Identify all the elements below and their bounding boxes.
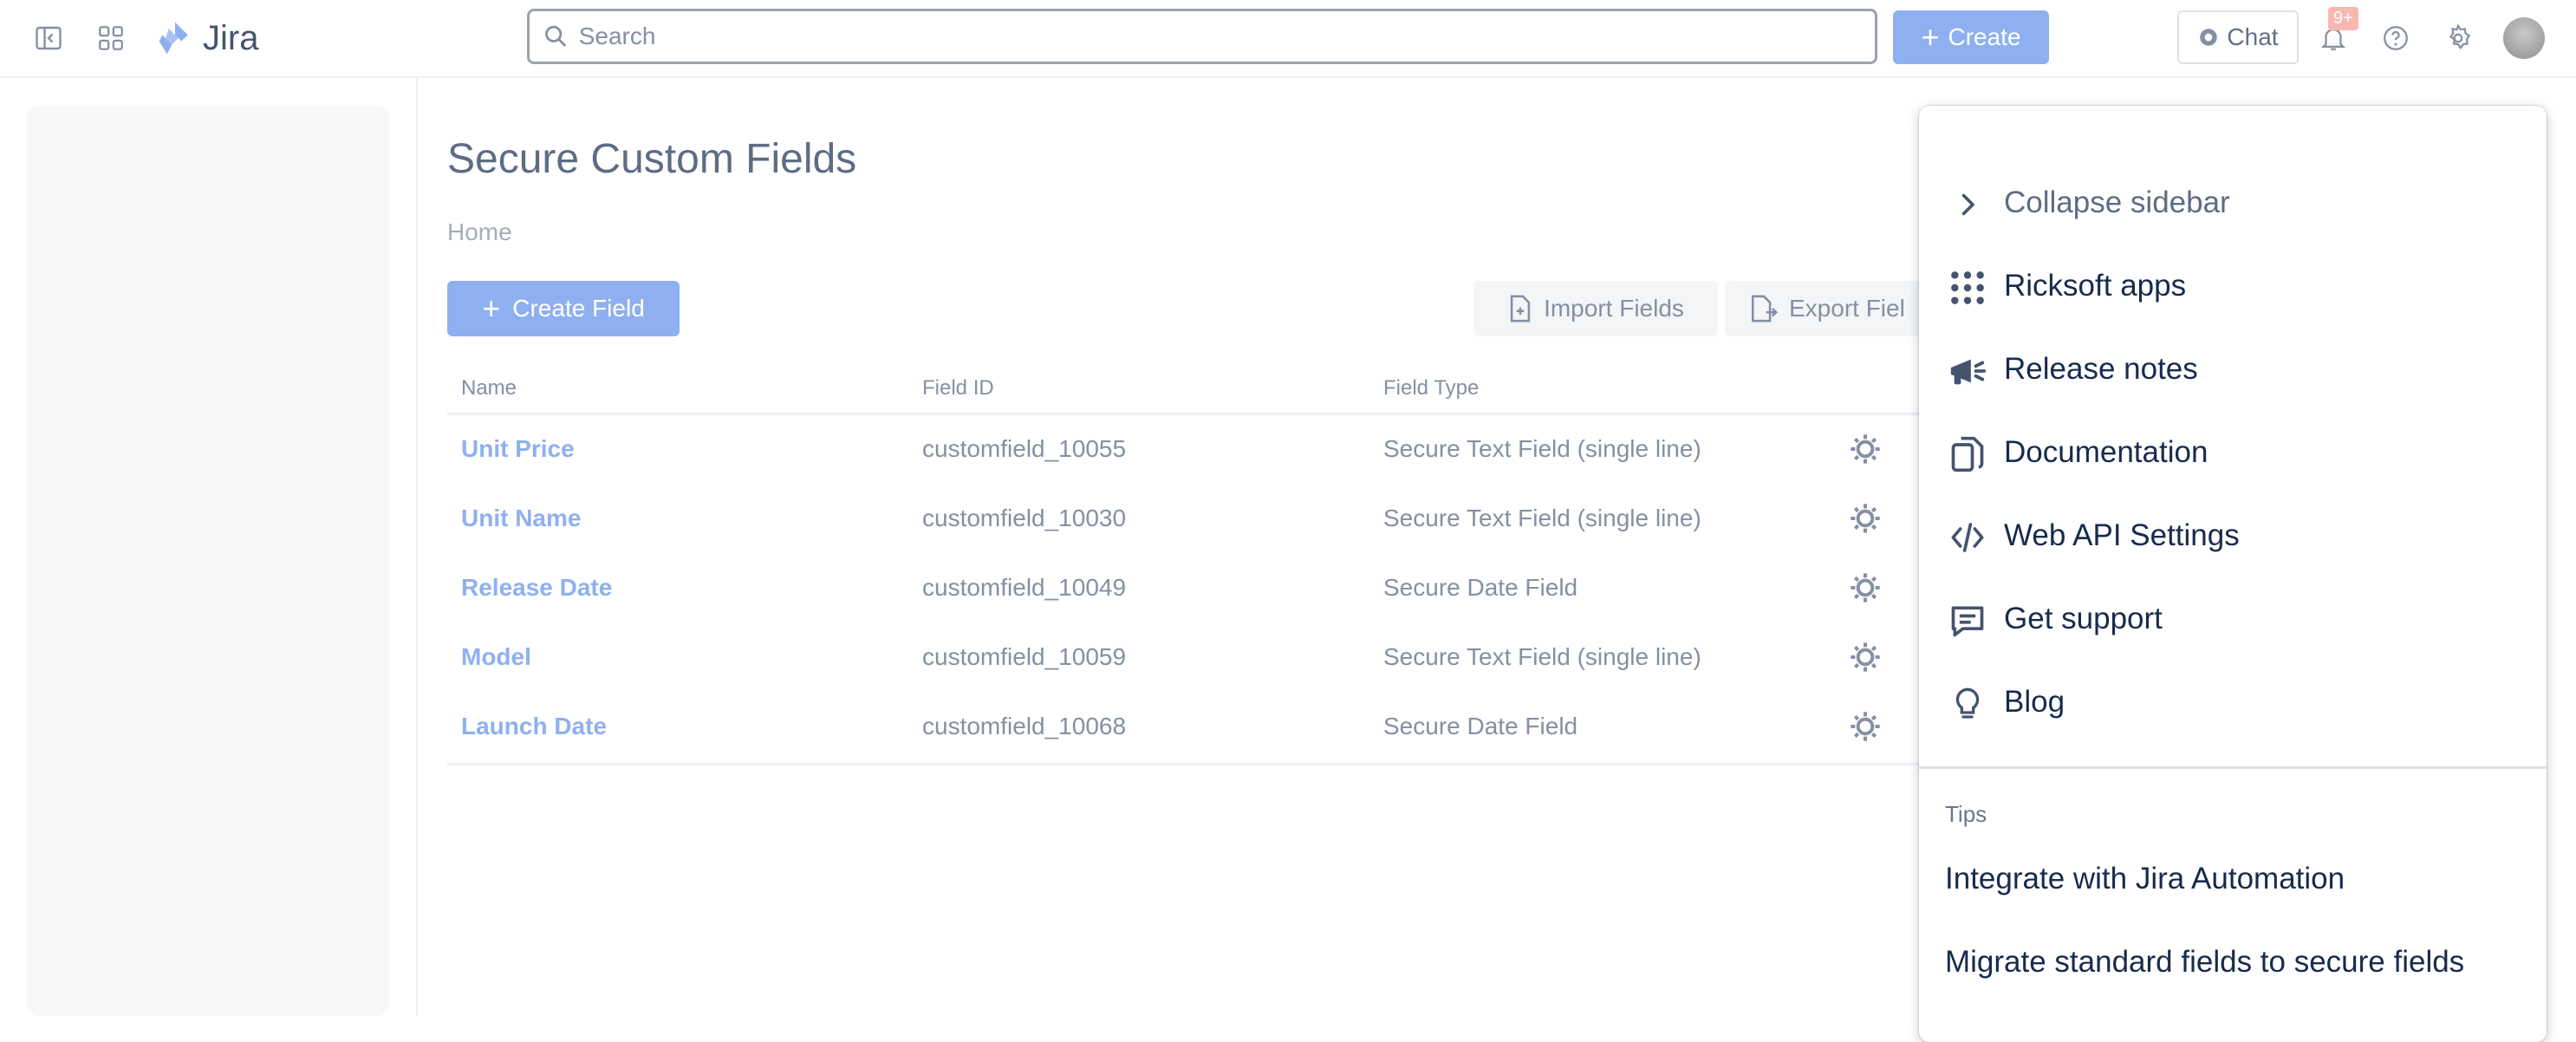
menu-item-web-api-settings[interactable]: Web API Settings <box>1919 499 2547 576</box>
help-icon[interactable] <box>2377 19 2415 57</box>
export-file-icon <box>1751 295 1778 322</box>
plus-icon: + <box>482 290 501 326</box>
field-settings-gear-icon[interactable] <box>1848 640 1883 679</box>
table-row: Unit Name customfield_10030 Secure Text … <box>447 485 1921 555</box>
field-name-link[interactable]: Unit Name <box>461 505 581 532</box>
chat-icon <box>2200 29 2218 46</box>
table-row: Model customfield_10059 Secure Text Fiel… <box>447 624 1921 694</box>
table-row: Launch Date customfield_10068 Secure Dat… <box>447 694 1921 763</box>
tips-heading: Tips <box>1945 801 1987 827</box>
tip-link-migrate-fields[interactable]: Migrate standard fields to secure fields <box>1945 945 2464 980</box>
create-field-label: Create Field <box>512 295 645 322</box>
field-id: customfield_10055 <box>922 435 1127 462</box>
notification-count-badge: 9+ <box>2328 7 2358 30</box>
field-settings-gear-icon[interactable] <box>1848 709 1883 748</box>
top-navigation-bar: Jira + Create Chat 9+ <box>0 0 2576 78</box>
field-settings-gear-icon[interactable] <box>1848 432 1883 471</box>
table-row: Unit Price customfield_10055 Secure Text… <box>447 416 1921 485</box>
field-id: customfield_10068 <box>922 713 1127 739</box>
create-button[interactable]: + Create <box>1893 10 2049 64</box>
app-dropdown-menu: Collapse sidebar Ricksoft apps Release n… <box>1919 106 2547 1042</box>
create-button-label: Create <box>1948 23 2021 50</box>
field-settings-gear-icon[interactable] <box>1848 570 1883 609</box>
column-header-field-type[interactable]: Field Type <box>1383 376 1479 401</box>
settings-gear-icon[interactable] <box>2439 19 2477 57</box>
app-grid-icon <box>1947 267 1988 309</box>
page-title: Secure Custom Fields <box>447 136 857 182</box>
field-id: customfield_10030 <box>922 505 1127 531</box>
field-type: Secure Text Field (single line) <box>1383 435 1701 462</box>
import-file-icon <box>1510 295 1531 322</box>
chat-button-label: Chat <box>2227 23 2279 50</box>
menu-item-ricksoft-apps[interactable]: Ricksoft apps <box>1919 250 2547 326</box>
menu-item-label: Collapse sidebar <box>2004 186 2230 219</box>
table-bottom-divider <box>447 763 1921 765</box>
export-fields-label: Export Fiel <box>1789 295 1905 322</box>
app-name: Jira <box>203 18 259 57</box>
field-name-link[interactable]: Launch Date <box>461 713 607 740</box>
menu-item-release-notes[interactable]: Release notes <box>1919 333 2547 409</box>
menu-item-label: Web API Settings <box>2004 518 2240 552</box>
table-row: Release Date customfield_10049 Secure Da… <box>447 555 1921 624</box>
search-icon <box>545 25 567 47</box>
chat-comment-icon <box>1947 600 1988 641</box>
megaphone-icon <box>1947 350 1988 392</box>
chevron-right-icon <box>1947 184 1988 225</box>
left-sidebar <box>26 106 390 1016</box>
field-id: customfield_10059 <box>922 643 1127 670</box>
sidebar-divider <box>416 76 418 1016</box>
field-type: Secure Date Field <box>1383 574 1578 601</box>
tip-link-jira-automation[interactable]: Integrate with Jira Automation <box>1945 862 2345 896</box>
field-type: Secure Text Field (single line) <box>1383 505 1701 531</box>
plus-icon: + <box>1921 19 1940 55</box>
field-type: Secure Text Field (single line) <box>1383 643 1701 670</box>
code-icon <box>1947 517 1988 558</box>
menu-item-documentation[interactable]: Documentation <box>1919 416 2547 492</box>
jira-logo-icon <box>159 22 188 55</box>
create-field-button[interactable]: + Create Field <box>447 281 680 336</box>
field-id: customfield_10049 <box>922 574 1127 601</box>
field-type: Secure Date Field <box>1383 713 1578 739</box>
import-fields-label: Import Fields <box>1544 295 1684 322</box>
field-name-link[interactable]: Unit Price <box>461 435 575 463</box>
search-input[interactable] <box>569 22 1875 51</box>
lightbulb-icon <box>1947 683 1988 725</box>
menu-item-collapse-sidebar[interactable]: Collapse sidebar <box>1919 166 2547 243</box>
user-avatar[interactable] <box>2503 17 2545 59</box>
header-divider <box>447 413 1921 415</box>
column-header-name[interactable]: Name <box>461 376 517 401</box>
sidebar-toggle-icon[interactable] <box>29 19 68 57</box>
app-switcher-icon[interactable] <box>92 19 130 57</box>
menu-item-label: Documentation <box>2004 435 2208 469</box>
field-name-link[interactable]: Release Date <box>461 574 612 602</box>
breadcrumb-home[interactable]: Home <box>447 218 512 246</box>
menu-item-label: Blog <box>2004 685 2065 719</box>
menu-item-label: Get support <box>2004 602 2163 635</box>
copy-document-icon <box>1947 433 1988 475</box>
menu-item-label: Ricksoft apps <box>2004 269 2187 303</box>
field-settings-gear-icon[interactable] <box>1848 501 1883 540</box>
column-header-field-id[interactable]: Field ID <box>922 376 994 401</box>
search-box[interactable] <box>527 9 1877 64</box>
field-name-link[interactable]: Model <box>461 643 531 671</box>
jira-logo[interactable]: Jira <box>156 16 258 61</box>
menu-item-get-support[interactable]: Get support <box>1919 583 2547 659</box>
menu-divider <box>1919 766 2547 769</box>
chat-button[interactable]: Chat <box>2177 10 2299 64</box>
menu-item-blog[interactable]: Blog <box>1919 666 2547 742</box>
import-fields-button[interactable]: Import Fields <box>1473 281 1718 336</box>
menu-item-label: Release notes <box>2004 352 2198 386</box>
